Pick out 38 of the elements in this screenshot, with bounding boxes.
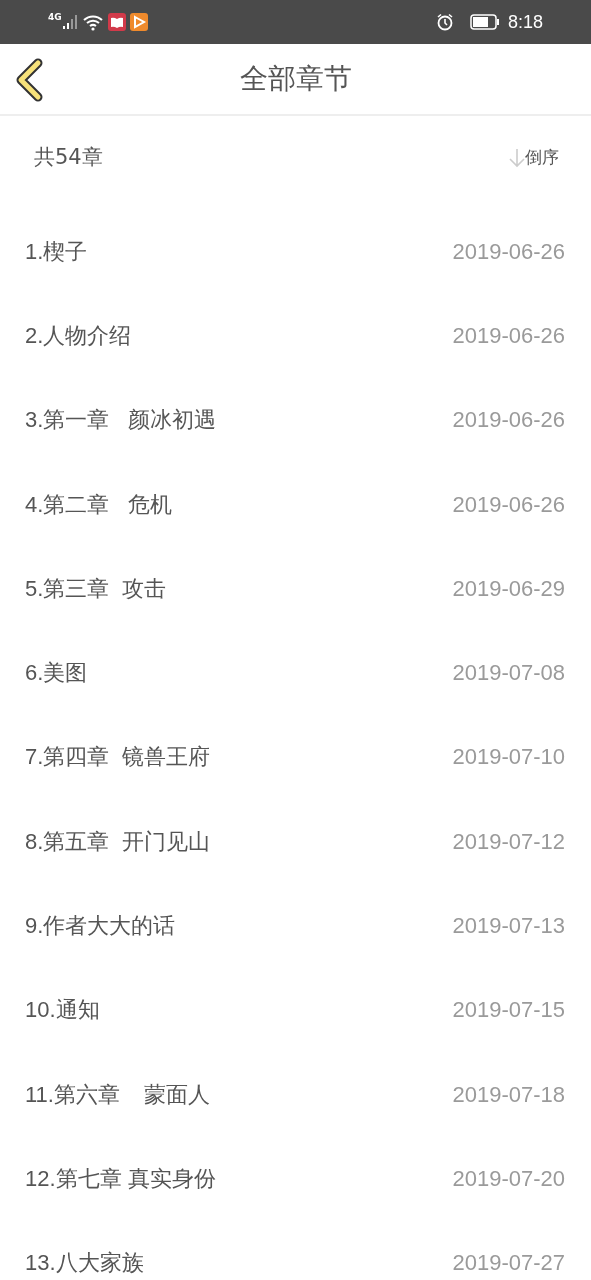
book-app-icon [107,13,126,31]
chapter-title[interactable]: 11.第六章 蒙面人 [25,1077,211,1111]
alarm-icon [435,13,454,31]
signal-icon [61,14,78,30]
chapter-date: 2019-07-20 [452,1164,565,1193]
chapter-title[interactable]: 9.作者大大的话 [25,909,176,942]
clock-time: 8:18 [507,10,543,34]
chapter-date: 2019-07-08 [452,659,565,688]
chapter-title[interactable]: 6.美图 [25,656,88,690]
chapter-date: 2019-06-26 [452,237,565,266]
play-app-icon [129,13,148,31]
page-title: 全部章节 [239,61,352,97]
chapter-date: 2019-06-26 [452,321,565,350]
chapter-title[interactable]: 10.通知 [25,993,100,1027]
chapter-date: 2019-07-12 [452,827,565,856]
chapter-title[interactable]: 5.第三章 攻击 [25,571,166,605]
chapter-count: 共54章 [34,144,103,172]
battery-icon [469,14,500,30]
down-arrow-icon [509,148,525,168]
chapter-date: 2019-06-26 [452,406,565,435]
chapter-title[interactable]: 12.第七章 真实身份 [25,1161,216,1195]
chapter-title[interactable]: 13.八大家族 [25,1246,144,1280]
chapter-date: 2019-07-18 [452,1080,565,1109]
chapter-date: 2019-06-29 [452,574,565,603]
chapter-date: 2019-07-27 [452,1249,565,1278]
chapter-date: 2019-06-26 [452,490,565,519]
chapter-date: 2019-07-13 [452,912,565,940]
chapter-title[interactable]: 8.第五章 开门见山 [25,824,210,858]
network-type-label: 4G [48,13,62,22]
chapter-date: 2019-07-10 [452,743,565,772]
chapter-title[interactable]: 7.第四章 镜兽王府 [25,740,210,774]
chapter-title[interactable]: 2.人物介绍 [25,318,132,352]
chapter-title[interactable]: 3.第一章 颜冰初遇 [25,403,216,437]
chapter-date: 2019-07-15 [452,996,565,1025]
chapter-title[interactable]: 4.第二章 危机 [25,487,172,521]
chapter-title[interactable]: 1.楔子 [25,234,88,268]
sort-order-button[interactable]: 倒序 [509,145,559,171]
wifi-icon [81,13,104,31]
